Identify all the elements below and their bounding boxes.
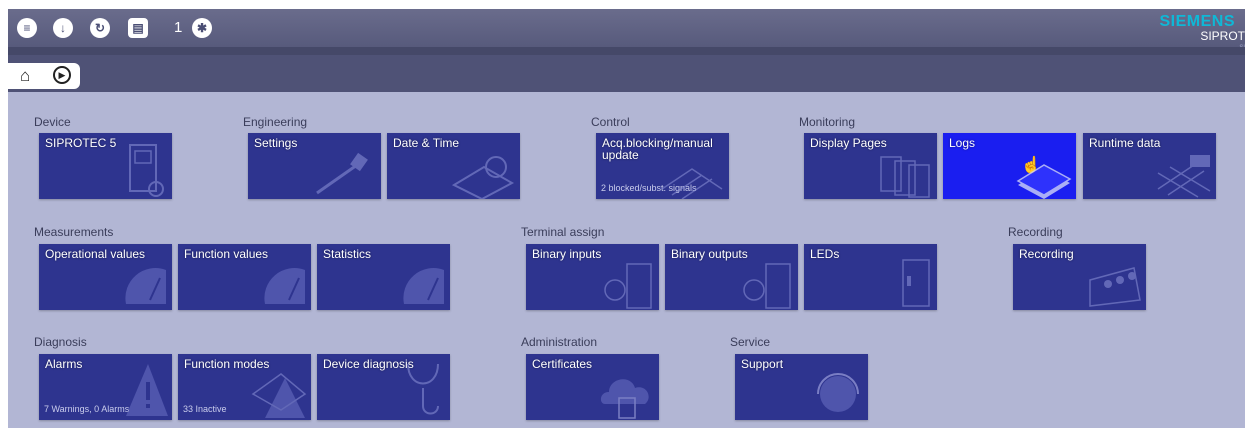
main-menu: Device Engineering Control Monitoring Me… — [8, 92, 1245, 428]
product-name: SIPROT — [1200, 29, 1245, 43]
group-measurements: Measurements — [34, 225, 114, 239]
forward-icon[interactable]: ▶ — [53, 66, 71, 84]
tile-title: Display Pages — [810, 136, 887, 150]
tile-logs[interactable]: Logs ☝ — [943, 133, 1076, 199]
tile-runtime-data[interactable]: Runtime data — [1083, 133, 1216, 199]
tile-leds[interactable]: LEDs — [804, 244, 937, 310]
group-engineering: Engineering — [243, 115, 308, 129]
group-service: Service — [730, 335, 771, 349]
tile-status: 33 Inactive — [183, 404, 227, 414]
group-control: Control — [591, 115, 630, 129]
refresh-icon[interactable]: ↻ — [90, 18, 110, 38]
home-icon[interactable]: ⌂ — [20, 67, 30, 85]
folder-icon — [1089, 267, 1141, 307]
tile-siprotec5[interactable]: SIPROTEC 5 — [39, 133, 172, 199]
group-terminal-assign: Terminal assign — [521, 225, 605, 239]
tile-settings[interactable]: Settings — [248, 133, 381, 199]
stethoscope-icon — [407, 363, 439, 415]
download-icon[interactable]: ↓ — [53, 18, 73, 38]
device-icon — [129, 144, 164, 197]
terminal-icon — [743, 263, 791, 309]
calendar-clock-icon — [451, 156, 515, 199]
tile-title: Binary outputs — [671, 247, 748, 261]
tile-recording[interactable]: Recording — [1013, 244, 1146, 310]
tile-title: Runtime data — [1089, 136, 1161, 150]
gauge-icon — [125, 268, 166, 304]
gauge-icon — [403, 268, 444, 304]
tile-title: Settings — [254, 136, 298, 150]
tile-statistics[interactable]: Statistics — [317, 244, 450, 310]
group-administration: Administration — [521, 335, 598, 349]
warning-icon — [251, 373, 307, 418]
screwdriver-icon — [316, 152, 368, 195]
tile-title: Recording — [1019, 247, 1074, 261]
tile-function-values[interactable]: Function values — [178, 244, 311, 310]
group-device: Device — [34, 115, 71, 129]
nav-buttons: ⌂ ▶ — [8, 63, 80, 89]
tile-title: Logs — [949, 136, 976, 150]
settings-star-icon[interactable]: ✱ — [192, 18, 212, 38]
tile-title: Binary inputs — [532, 247, 602, 261]
tile-operational-values[interactable]: Operational values — [39, 244, 172, 310]
notebook-icon — [1016, 164, 1072, 199]
device-count-icon[interactable]: ▤ — [128, 18, 148, 38]
terminal-icon — [604, 263, 652, 309]
tile-title: Acq.blocking/manual update — [602, 136, 713, 162]
tile-title: Statistics — [323, 247, 372, 261]
tile-title: Operational values — [45, 247, 146, 261]
tile-function-modes[interactable]: Function modes 33 Inactive — [178, 354, 311, 420]
headset-icon — [817, 373, 859, 412]
tile-device-diagnosis[interactable]: Device diagnosis — [317, 354, 450, 420]
group-diagnosis: Diagnosis — [34, 335, 87, 349]
warning-icon — [126, 364, 168, 416]
led-panel-icon — [902, 259, 930, 307]
tile-binary-outputs[interactable]: Binary outputs — [665, 244, 798, 310]
pages-icon — [880, 156, 930, 198]
group-recording: Recording — [1008, 225, 1063, 239]
grid-icon — [1157, 155, 1211, 198]
tile-display-pages[interactable]: Display Pages — [804, 133, 937, 199]
blocking-icon — [661, 168, 723, 199]
tile-binary-inputs[interactable]: Binary inputs — [526, 244, 659, 310]
navigation-bar: ⌂ ▶ — [8, 47, 1245, 92]
gauge-icon — [264, 268, 305, 304]
top-toolbar: ≡ ↓ ↻ ▤ 1 ✱ SIEMENS SIPROT SI — [8, 9, 1245, 51]
tile-alarms[interactable]: Alarms 7 Warnings, 0 Alarms — [39, 354, 172, 420]
tile-title: Function values — [184, 247, 269, 261]
tile-certificates[interactable]: Certificates — [526, 354, 659, 420]
tile-title: Date & Time — [393, 136, 460, 150]
group-monitoring: Monitoring — [799, 115, 856, 129]
menu-icon[interactable]: ≡ — [17, 18, 37, 38]
cloud-certificate-icon — [600, 379, 649, 419]
tile-support[interactable]: Support — [735, 354, 868, 420]
tile-status: 7 Warnings, 0 Alarms — [44, 404, 130, 414]
device-count: 1 — [174, 19, 183, 36]
tile-date-time[interactable]: Date & Time — [387, 133, 520, 199]
tile-acq-blocking[interactable]: Acq.blocking/manual update 2 blocked/sub… — [596, 133, 729, 199]
